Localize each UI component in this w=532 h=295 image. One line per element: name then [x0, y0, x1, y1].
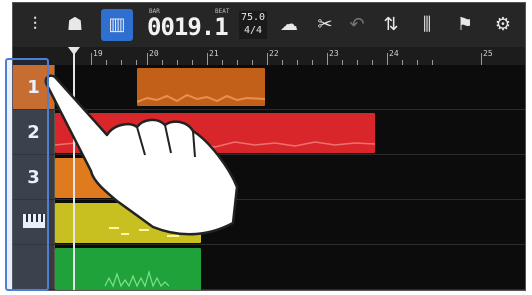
ruler-bar-number: 20: [149, 49, 159, 58]
settings-gear-icon[interactable]: ⚙: [487, 9, 519, 41]
mixer-faders-icon[interactable]: ⫼: [411, 9, 443, 41]
ruler-bar-number: 19: [93, 49, 103, 58]
cloud-icon[interactable]: ☁: [273, 9, 305, 41]
pointing-hand-icon: [44, 74, 239, 236]
position-counter[interactable]: BAR BEAT 0019.1: [147, 7, 235, 43]
marker-flag-icon[interactable]: ⚑: [449, 9, 481, 41]
ruler-bar-number: 23: [329, 49, 339, 58]
waveform-icon[interactable]: ⫶: [19, 9, 51, 41]
region-track-5[interactable]: [55, 248, 201, 290]
toolbar: ⫶ ☗ ▥ BAR BEAT 0019.1 75.0 4/4 ☁ ✂ ↶ ⇅ ⫼…: [13, 3, 525, 48]
time-signature: 4/4: [243, 25, 263, 36]
ruler-bar-number: 22: [269, 49, 279, 58]
undo-icon[interactable]: ↶: [341, 9, 373, 41]
loop-icon[interactable]: ⇅: [375, 9, 407, 41]
ruler-bar-number: 21: [209, 49, 219, 58]
mixer-people-icon[interactable]: ☗: [59, 9, 91, 41]
tempo-value: 75.0: [240, 12, 266, 23]
tools-icon[interactable]: ✂: [309, 9, 341, 41]
ruler-bar-number: 24: [389, 49, 399, 58]
timeline-ruler[interactable]: 19 20 21 22 23 24 25: [13, 47, 525, 66]
keyboard-icon[interactable]: ▥: [101, 9, 133, 41]
ruler-bar-number: 25: [483, 49, 493, 58]
track-header-column-highlight: [5, 58, 49, 291]
counter-value: 0019.1: [147, 13, 229, 41]
daw-screen: ⫶ ☗ ▥ BAR BEAT 0019.1 75.0 4/4 ☁ ✂ ↶ ⇅ ⫼…: [12, 2, 526, 291]
tempo-display[interactable]: 75.0 4/4: [239, 11, 267, 39]
